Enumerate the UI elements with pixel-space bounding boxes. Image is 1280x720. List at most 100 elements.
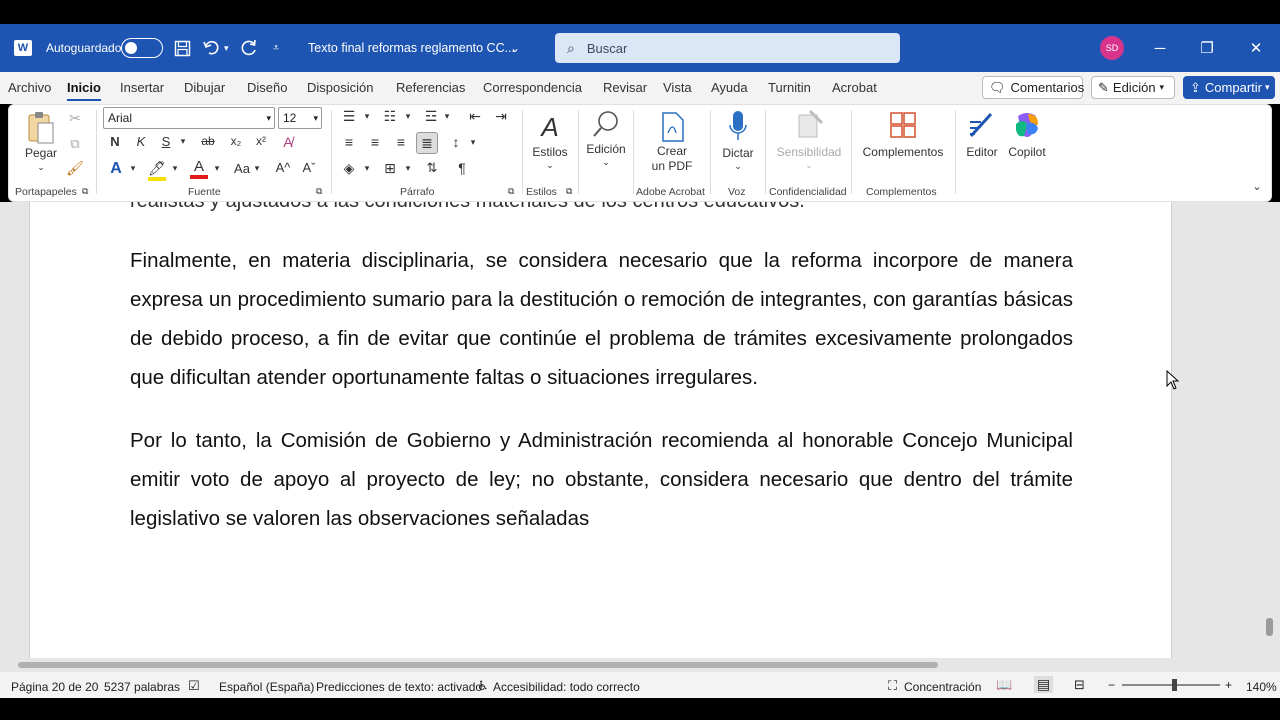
- numbering-dropdown-icon[interactable]: ▾: [403, 111, 413, 122]
- zoom-slider-track[interactable]: [1122, 684, 1220, 686]
- document-title[interactable]: Texto final reformas reglamento CC...: [308, 24, 515, 72]
- numbering-icon[interactable]: ☷: [381, 108, 399, 125]
- accessibility-icon[interactable]: ♿: [477, 678, 489, 694]
- web-layout-icon[interactable]: ⊟: [1074, 677, 1085, 693]
- tab-referencias[interactable]: Referencias: [396, 80, 465, 95]
- create-pdf-label-2[interactable]: un PDF: [645, 159, 699, 174]
- highlight-icon[interactable]: 🖊: [148, 160, 166, 181]
- collapse-ribbon-icon[interactable]: ⌄: [1251, 180, 1263, 193]
- styles-icon[interactable]: A: [534, 110, 566, 144]
- font-color-icon[interactable]: A: [190, 158, 208, 179]
- microphone-icon[interactable]: [724, 108, 752, 144]
- copy-icon[interactable]: ⧉: [67, 136, 83, 152]
- minimize-icon[interactable]: ─: [1137, 24, 1183, 72]
- document-page[interactable]: realistas y ajustados a las condiciones …: [29, 202, 1172, 658]
- create-pdf-icon[interactable]: [656, 110, 688, 144]
- shading-icon[interactable]: ◈: [340, 160, 358, 177]
- paste-icon[interactable]: [25, 110, 57, 146]
- editor-icon[interactable]: [966, 108, 998, 142]
- zoom-out-icon[interactable]: −: [1108, 678, 1115, 692]
- underline-icon[interactable]: S: [158, 134, 174, 149]
- title-chevron-down-icon[interactable]: ⌄: [510, 24, 520, 72]
- multilevel-list-icon[interactable]: ☲: [422, 108, 440, 125]
- addins-label[interactable]: Complementos: [858, 145, 948, 160]
- customize-toolbar-icon[interactable]: ⩡: [273, 24, 279, 72]
- tab-acrobat[interactable]: Acrobat: [832, 80, 877, 95]
- autosave-toggle[interactable]: [121, 24, 163, 72]
- tab-vista[interactable]: Vista: [663, 80, 692, 95]
- undo-icon[interactable]: [203, 24, 221, 72]
- line-spacing-dropdown-icon[interactable]: ▾: [468, 137, 478, 148]
- vertical-scrollbar-thumb[interactable]: [1266, 618, 1273, 636]
- highlight-dropdown-icon[interactable]: ▾: [170, 163, 180, 174]
- tab-disposicion[interactable]: Disposición: [307, 80, 373, 95]
- increase-indent-icon[interactable]: ⇥: [492, 108, 510, 125]
- bold-icon[interactable]: N: [107, 134, 123, 149]
- copilot-label[interactable]: Copilot: [1004, 145, 1050, 160]
- paste-dropdown-icon[interactable]: ⌄: [36, 162, 46, 173]
- paste-label[interactable]: Pegar: [22, 146, 60, 161]
- close-icon[interactable]: ✕: [1233, 24, 1279, 72]
- change-case-icon[interactable]: Aa: [231, 161, 253, 176]
- bullets-icon[interactable]: ☰: [340, 108, 358, 125]
- horizontal-scrollbar-thumb[interactable]: [18, 662, 938, 668]
- proofing-icon[interactable]: ☑: [188, 678, 200, 694]
- styles-launcher-icon[interactable]: ⧉: [566, 186, 572, 197]
- borders-dropdown-icon[interactable]: ▾: [403, 163, 413, 174]
- status-focus[interactable]: Concentración: [904, 680, 981, 694]
- document-paragraph-1[interactable]: Finalmente, en materia disciplinaria, se…: [130, 241, 1073, 397]
- print-layout-icon[interactable]: ▤: [1034, 676, 1054, 693]
- tab-inicio[interactable]: Inicio: [67, 80, 101, 101]
- status-word-count[interactable]: 5237 palabras: [104, 680, 180, 694]
- line-spacing-icon[interactable]: ↕: [447, 134, 465, 150]
- shading-dropdown-icon[interactable]: ▾: [362, 163, 372, 174]
- save-icon[interactable]: [174, 24, 191, 72]
- text-effects-icon[interactable]: A: [107, 160, 125, 178]
- text-effects-dropdown-icon[interactable]: ▾: [128, 163, 138, 174]
- undo-dropdown-icon[interactable]: ▾: [224, 24, 229, 72]
- tab-revisar[interactable]: Revisar: [603, 80, 647, 95]
- styles-dropdown-icon[interactable]: ⌄: [545, 160, 555, 171]
- tab-correspondencia[interactable]: Correspondencia: [483, 80, 582, 95]
- font-size-select[interactable]: 12 ▾: [278, 107, 322, 129]
- status-zoom-level[interactable]: 140%: [1246, 680, 1277, 694]
- redo-icon[interactable]: [240, 24, 258, 72]
- zoom-in-icon[interactable]: +: [1225, 678, 1232, 692]
- subscript-icon[interactable]: x₂: [228, 134, 244, 148]
- editing-label[interactable]: Edición: [584, 142, 628, 157]
- tab-ayuda[interactable]: Ayuda: [711, 80, 748, 95]
- tab-diseno[interactable]: Diseño: [247, 80, 287, 95]
- create-pdf-label-1[interactable]: Crear: [645, 144, 699, 159]
- find-magnifier-icon[interactable]: [590, 108, 622, 140]
- font-launcher-icon[interactable]: ⧉: [316, 186, 322, 197]
- align-left-icon[interactable]: ≡: [340, 134, 358, 150]
- tab-archivo[interactable]: Archivo: [8, 80, 51, 95]
- search-input[interactable]: ⌕ Buscar: [555, 33, 900, 63]
- grow-font-icon[interactable]: A^: [274, 160, 292, 175]
- avatar[interactable]: SD: [1100, 36, 1124, 60]
- align-center-icon[interactable]: ≡: [366, 134, 384, 150]
- font-name-select[interactable]: Arial ▾: [103, 107, 275, 129]
- bullets-dropdown-icon[interactable]: ▾: [362, 111, 372, 122]
- editing-dropdown-icon[interactable]: ⌄: [601, 157, 611, 168]
- tab-insertar[interactable]: Insertar: [120, 80, 164, 95]
- status-language[interactable]: Español (España): [219, 680, 314, 694]
- format-painter-icon[interactable]: 🖌: [66, 160, 84, 177]
- share-button[interactable]: ⇪ Compartir ▾: [1183, 76, 1275, 99]
- italic-icon[interactable]: K: [133, 134, 149, 149]
- read-mode-icon[interactable]: 📖: [996, 677, 1012, 693]
- paragraph-launcher-icon[interactable]: ⧉: [508, 186, 514, 197]
- styles-label[interactable]: Estilos: [528, 145, 572, 160]
- underline-dropdown-icon[interactable]: ▾: [178, 136, 188, 147]
- comments-button[interactable]: 🗨 Comentarios: [982, 76, 1084, 99]
- align-right-icon[interactable]: ≡: [392, 134, 410, 150]
- decrease-indent-icon[interactable]: ⇤: [466, 108, 484, 125]
- status-page[interactable]: Página 20 de 20: [11, 680, 98, 694]
- addins-icon[interactable]: [888, 110, 918, 140]
- focus-icon[interactable]: ⛶: [888, 678, 897, 694]
- show-formatting-marks-icon[interactable]: ¶: [453, 160, 471, 176]
- tab-dibujar[interactable]: Dibujar: [184, 80, 225, 95]
- editor-label[interactable]: Editor: [962, 145, 1002, 160]
- borders-icon[interactable]: ⊞: [381, 160, 399, 177]
- superscript-icon[interactable]: x²: [253, 134, 269, 148]
